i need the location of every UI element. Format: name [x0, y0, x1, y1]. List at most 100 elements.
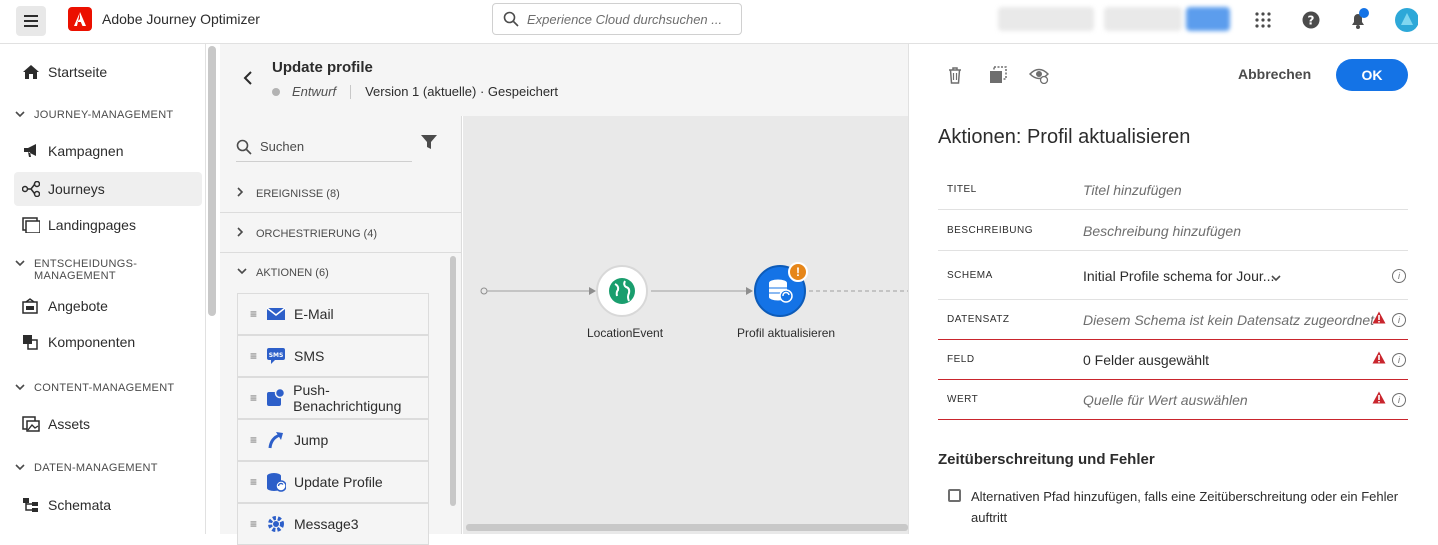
section-decision-management[interactable]: ENTSCHEIDUNGS- MANAGEMENT: [14, 258, 137, 282]
offer-icon: [22, 297, 40, 315]
schema-field[interactable]: SCHEMA Initial Profile schema for Jour..…: [938, 252, 1408, 300]
version-text: Version 1 (aktuelle) · Gespeichert: [365, 84, 559, 99]
section-data-management[interactable]: DATEN-MANAGEMENT: [14, 462, 158, 475]
filter-icon[interactable]: [420, 133, 438, 156]
description-input[interactable]: Beschreibung hinzufügen: [1083, 223, 1241, 239]
action-sms[interactable]: ≡ SMS SMS: [237, 335, 429, 377]
description-field[interactable]: BESCHREIBUNG Beschreibung hinzufügen: [938, 211, 1408, 251]
value-field[interactable]: WERT Quelle für Wert auswählen i: [938, 380, 1408, 420]
user-avatar-icon[interactable]: [1394, 8, 1418, 32]
drag-handle-icon[interactable]: ≡: [250, 391, 261, 405]
action-push[interactable]: ≡ Push-Benachrichtigung: [237, 377, 429, 419]
category-orchestration[interactable]: ORCHESTRIERUNG (4): [236, 226, 377, 241]
canvas-horizontal-scrollbar[interactable]: [466, 524, 908, 531]
timeout-checkbox[interactable]: [948, 489, 961, 502]
action-update-profile[interactable]: ≡ Update Profile: [237, 461, 429, 503]
field-label: FELD: [947, 354, 975, 365]
notification-bell-icon[interactable]: [1346, 8, 1370, 32]
info-icon[interactable]: i: [1392, 392, 1406, 407]
dataset-input[interactable]: Diesem Schema ist kein Datensatz zugeord…: [1083, 312, 1374, 328]
divider: [350, 84, 352, 99]
adobe-logo-icon[interactable]: [68, 7, 92, 31]
node-location-event[interactable]: [596, 265, 648, 317]
drag-handle-icon[interactable]: ≡: [250, 517, 262, 531]
info-icon[interactable]: i: [1392, 312, 1406, 327]
sidebar-item-label: Schemata: [48, 497, 112, 513]
journey-status-line: Entwurf Version 1 (aktuelle) · Gespeiche…: [272, 84, 558, 99]
sidebar-item-label: Assets: [48, 416, 91, 432]
profile-badge[interactable]: [1186, 7, 1230, 31]
drag-handle-icon[interactable]: ≡: [250, 307, 262, 321]
panel-title: Aktionen: Profil aktualisieren: [938, 126, 1191, 148]
node-label: Profil aktualisieren: [737, 326, 836, 340]
sidebar-item-components[interactable]: Komponenten: [0, 325, 202, 359]
apps-grid-icon[interactable]: [1251, 8, 1275, 32]
journey-icon: [22, 180, 40, 198]
section-journey-management[interactable]: JOURNEY-MANAGEMENT: [14, 109, 173, 122]
action-label: Update Profile: [294, 474, 383, 490]
title-field[interactable]: TITEL Titel hinzufügen: [938, 170, 1408, 210]
section-content-management[interactable]: CONTENT-MANAGEMENT: [14, 382, 174, 395]
org-switcher[interactable]: [998, 7, 1094, 31]
help-icon[interactable]: ?: [1299, 8, 1323, 32]
components-icon: [22, 333, 40, 351]
action-jump[interactable]: ≡ Jump: [237, 419, 429, 461]
app-title[interactable]: Adobe Journey Optimizer: [102, 11, 260, 27]
drag-handle-icon[interactable]: ≡: [250, 475, 262, 489]
database-refresh-icon: [769, 279, 793, 303]
sidebar-item-schemas[interactable]: Schemata: [0, 488, 202, 522]
duplicate-icon[interactable]: [987, 64, 1009, 86]
field-label: BESCHREIBUNG: [947, 225, 1034, 236]
info-icon[interactable]: i: [1392, 268, 1406, 283]
palette-scrollbar[interactable]: [450, 256, 456, 506]
category-events[interactable]: EREIGNISSE (8): [236, 186, 340, 201]
landingpage-icon: [22, 216, 40, 234]
field-selector[interactable]: FELD 0 Felder ausgewählt i: [938, 340, 1408, 380]
drag-handle-icon[interactable]: ≡: [250, 349, 262, 363]
sidebar-item-home[interactable]: Startseite: [0, 55, 202, 89]
drag-handle-icon[interactable]: ≡: [250, 433, 262, 447]
checkbox-label[interactable]: Alternativen Pfad hinzufügen, falls eine…: [971, 486, 1401, 528]
sidebar-item-assets[interactable]: Assets: [0, 407, 202, 441]
ok-button[interactable]: OK: [1336, 59, 1408, 91]
sidebar-item-label: Landingpages: [48, 217, 136, 233]
sidebar-item-campaigns[interactable]: Kampagnen: [0, 134, 202, 168]
action-label: Message3: [294, 516, 359, 532]
sidebar-scrollbar[interactable]: [208, 46, 216, 316]
sidebar-item-offers[interactable]: Angebote: [0, 289, 202, 323]
search-icon: [503, 11, 519, 27]
preview-eye-icon[interactable]: [1028, 64, 1050, 86]
canvas-connectors: [480, 287, 908, 295]
megaphone-icon: [22, 142, 40, 160]
dataset-field[interactable]: DATENSATZ Diesem Schema ist kein Datensa…: [938, 300, 1408, 340]
palette-search-placeholder: Suchen: [260, 139, 305, 154]
value-input[interactable]: Quelle für Wert auswählen: [1083, 392, 1248, 408]
divider: [220, 212, 462, 213]
menu-icon[interactable]: [16, 6, 46, 36]
section-label: JOURNEY-MANAGEMENT: [34, 109, 174, 121]
action-label: Jump: [294, 432, 329, 448]
cancel-button[interactable]: Abbrechen: [1238, 66, 1311, 82]
schema-select[interactable]: Initial Profile schema for Jour...: [1083, 268, 1274, 284]
schema-icon: [22, 496, 40, 514]
svg-text:?: ?: [1308, 14, 1315, 28]
chevron-right-icon: [236, 186, 246, 201]
chevron-down-icon: [14, 382, 28, 395]
category-actions[interactable]: AKTIONEN (6): [236, 266, 329, 279]
top-bar: Adobe Journey Optimizer Experience Cloud…: [0, 0, 1438, 44]
warning-badge-icon[interactable]: !: [788, 262, 808, 282]
action-message3[interactable]: ≡ Message3: [237, 503, 429, 545]
sidebar-item-landingpages[interactable]: Landingpages: [0, 208, 202, 242]
back-arrow-icon[interactable]: [242, 70, 254, 91]
title-input[interactable]: Titel hinzufügen: [1083, 182, 1182, 198]
sandbox-switcher[interactable]: [1104, 7, 1182, 31]
search-input[interactable]: Experience Cloud durchsuchen ...: [492, 3, 742, 35]
chevron-down-icon[interactable]: [1270, 270, 1282, 288]
sidebar-item-journeys[interactable]: Journeys: [14, 172, 202, 206]
trash-icon[interactable]: [944, 64, 966, 86]
info-icon[interactable]: i: [1392, 352, 1406, 367]
action-email[interactable]: ≡ E-Mail: [237, 293, 429, 335]
field-value[interactable]: 0 Felder ausgewählt: [1083, 352, 1209, 368]
palette-search-input[interactable]: Suchen: [236, 132, 412, 162]
chevron-down-icon: [14, 258, 28, 271]
